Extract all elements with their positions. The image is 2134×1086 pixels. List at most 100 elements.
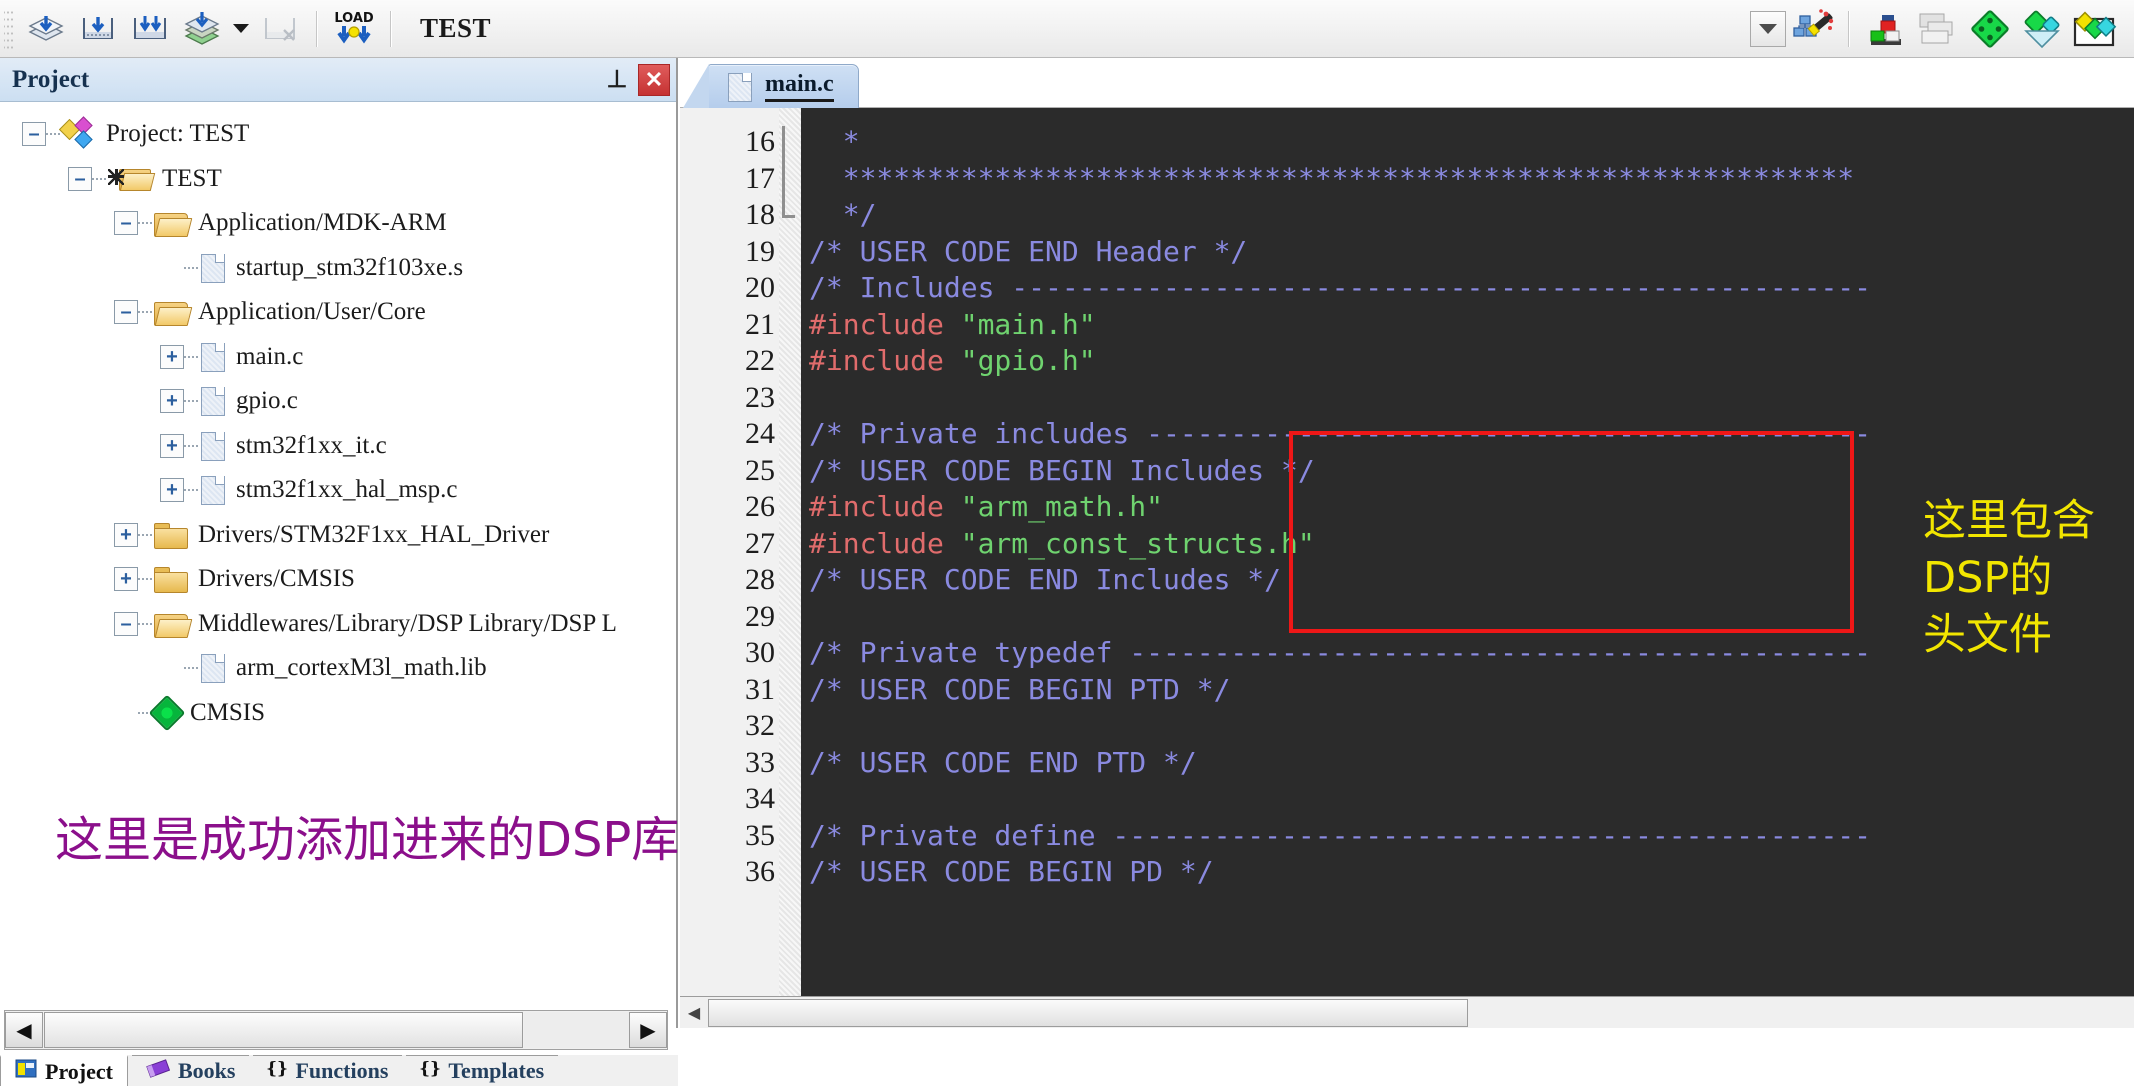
- svcs-icon[interactable]: [2068, 4, 2120, 54]
- scrollbar-track[interactable]: [524, 1012, 629, 1048]
- toolbar-grip[interactable]: [4, 6, 14, 51]
- editor-horizontal-scrollbar[interactable]: ◀: [680, 996, 2134, 1028]
- tree-item-drivers-stm32f1xx-hal-driver[interactable]: + Drivers/STM32F1xx_HAL_Driver: [0, 513, 676, 558]
- tree-item-cmsis[interactable]: CMSIS: [0, 691, 676, 736]
- line-number: 21: [745, 307, 775, 341]
- expand-icon[interactable]: +: [114, 567, 138, 592]
- code-line[interactable]: /* Includes ----------------------------…: [801, 270, 2134, 307]
- expand-icon[interactable]: +: [160, 433, 184, 458]
- collapse-icon[interactable]: –: [68, 166, 92, 191]
- bottom-tab-label: Templates: [448, 1058, 545, 1083]
- code-line[interactable]: [801, 380, 2134, 417]
- tree-item-main-c[interactable]: + main.c: [0, 335, 676, 380]
- tree-item-stm32f1xx-it-c[interactable]: + stm32f1xx_it.c: [0, 424, 676, 469]
- editor-pane: main.c 16 17 18 19 20 21 22 23 24 25 26 27 28 29 30 31 3…: [680, 58, 2134, 1028]
- code-token: /* Private typedef ---------------------…: [809, 636, 1872, 669]
- file-icon: [200, 386, 226, 417]
- main-toolbar: LOAD TEST: [0, 0, 2134, 58]
- batch-build-dropdown-icon[interactable]: [228, 4, 254, 54]
- bottom-tab-label: Project: [45, 1058, 113, 1084]
- tree-item-startup-stm32f103xe-s[interactable]: startup_stm32f103xe.s: [0, 246, 676, 291]
- sidebar-annotation-text: 这里是成功添加进来的DSP库: [55, 812, 680, 868]
- project-tree-horizontal-scrollbar[interactable]: ◀ ▶: [4, 1010, 668, 1050]
- translate-icon[interactable]: [20, 4, 72, 54]
- collapse-icon[interactable]: –: [114, 211, 138, 236]
- code-line[interactable]: /* USER CODE BEGIN PTD */: [801, 672, 2134, 709]
- scrollbar-thumb[interactable]: [44, 1012, 523, 1048]
- tree-item-application-mdk-arm[interactable]: – Application/MDK-ARM: [0, 201, 676, 246]
- collapse-icon[interactable]: –: [22, 122, 46, 147]
- c-file-icon: [727, 72, 753, 102]
- project-bottom-tabs[interactable]: Project Books {} Functions {} Templates: [0, 1055, 678, 1086]
- file-icon: [200, 253, 226, 283]
- target-select-dropdown[interactable]: [1750, 10, 1786, 47]
- tree-item-gpio-c[interactable]: + gpio.c: [0, 379, 676, 424]
- code-token: /* USER CODE END Includes */: [809, 563, 1282, 596]
- line-number: 22: [745, 344, 775, 377]
- bottom-tab-books[interactable]: Books: [132, 1055, 250, 1086]
- scroll-left-icon[interactable]: ◀: [5, 1012, 43, 1048]
- tree-item-label: Drivers/STM32F1xx_HAL_Driver: [198, 520, 550, 548]
- tree-connector: [138, 533, 154, 536]
- tree-item-label: Drivers/CMSIS: [198, 565, 355, 593]
- tree-item-stm32f1xx-hal-msp-c[interactable]: + stm32f1xx_hal_msp.c: [0, 468, 676, 513]
- close-icon[interactable]: ✕: [638, 63, 670, 96]
- pack-installer-icon[interactable]: [1964, 4, 2016, 54]
- tree-item-application-user-core[interactable]: – Application/User/Core: [0, 290, 676, 335]
- select-software-packs-icon[interactable]: [2016, 4, 2068, 54]
- tree-item-test[interactable]: – TEST: [0, 157, 676, 202]
- pin-icon[interactable]: ⊥: [600, 63, 634, 97]
- tree-item-drivers-cmsis[interactable]: + Drivers/CMSIS: [0, 557, 676, 602]
- expand-icon[interactable]: +: [160, 478, 184, 503]
- code-line[interactable]: /* USER CODE BEGIN Includes */: [801, 453, 2134, 490]
- manage-project-items-icon[interactable]: [1912, 4, 1964, 54]
- tree-leaf-spacer: [160, 256, 184, 280]
- code-line[interactable]: [801, 781, 2134, 818]
- code-token: */: [809, 198, 877, 231]
- line-number: 30: [745, 636, 775, 669]
- tree-item-label: stm32f1xx_hal_msp.c: [236, 476, 458, 504]
- scroll-left-icon-editor[interactable]: ◀: [680, 998, 708, 1028]
- tree-connector: [46, 133, 62, 136]
- line-number: 24: [745, 417, 775, 450]
- code-line[interactable]: /* Private define ----------------------…: [801, 818, 2134, 855]
- rebuild-icon[interactable]: [124, 4, 176, 54]
- tree-item-middlewares-library-dsp-library-dsp-l[interactable]: – Middlewares/Library/DSP Library/DSP L: [0, 602, 676, 647]
- code-line[interactable]: #include "gpio.h": [801, 343, 2134, 380]
- toolbar-separator: [316, 10, 318, 47]
- code-line[interactable]: /* Private includes --------------------…: [801, 416, 2134, 453]
- batch-build-icon[interactable]: [176, 4, 228, 54]
- code-line[interactable]: [801, 708, 2134, 745]
- scroll-right-icon[interactable]: ▶: [629, 1012, 667, 1048]
- editor-scrollbar-thumb[interactable]: [708, 998, 1468, 1027]
- tree-item-arm-cortexm3l-math-lib[interactable]: arm_cortexM3l_math.lib: [0, 646, 676, 691]
- configure-flash-tools-icon[interactable]: [1860, 4, 1912, 54]
- code-line[interactable]: /* USER CODE END PTD */: [801, 745, 2134, 782]
- file-icon: [200, 431, 226, 461]
- expand-icon[interactable]: +: [160, 389, 184, 414]
- expand-icon[interactable]: +: [160, 344, 184, 369]
- tab-main-c[interactable]: main.c: [683, 64, 859, 108]
- code-line[interactable]: /* USER CODE END Header */: [801, 234, 2134, 271]
- expand-icon[interactable]: +: [114, 522, 138, 547]
- code-line[interactable]: *: [801, 124, 2134, 161]
- code-line[interactable]: ****************************************…: [801, 161, 2134, 198]
- bottom-tab-project[interactable]: Project: [0, 1055, 128, 1086]
- code-token: #include: [809, 344, 961, 377]
- manage-run-time-environment-icon[interactable]: [1786, 4, 1838, 54]
- code-line[interactable]: /* USER CODE BEGIN PD */: [801, 854, 2134, 891]
- build-icon[interactable]: [72, 4, 124, 54]
- code-line[interactable]: #include "main.h": [801, 307, 2134, 344]
- code-line[interactable]: */: [801, 197, 2134, 234]
- collapse-icon[interactable]: –: [114, 300, 138, 325]
- bottom-tab-functions[interactable]: {} Functions: [253, 1055, 403, 1086]
- tree-item-label: Middlewares/Library/DSP Library/DSP L: [198, 609, 617, 637]
- collapse-icon[interactable]: –: [114, 611, 138, 636]
- stop-build-icon[interactable]: [254, 4, 306, 54]
- code-fold-indicator[interactable]: [782, 126, 785, 218]
- download-icon[interactable]: LOAD: [328, 4, 380, 54]
- tree-item-project-test[interactable]: – Project: TEST: [0, 112, 676, 157]
- code-editor-area[interactable]: 16 17 18 19 20 21 22 23 24 25 26 27 28 29 30 31 32 33 34 35…: [680, 108, 2134, 996]
- bottom-tab-templates[interactable]: {} Templates: [406, 1055, 559, 1086]
- tree-item-label: startup_stm32f103xe.s: [236, 253, 464, 281]
